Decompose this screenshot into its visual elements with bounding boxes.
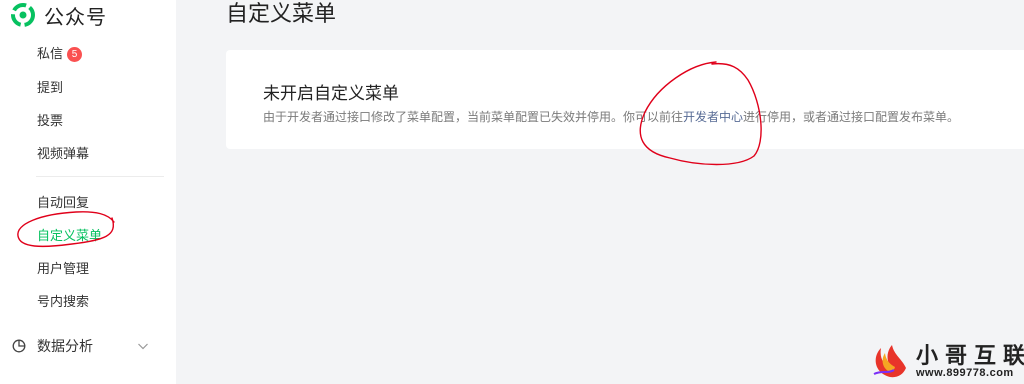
section-label: 数据分析 bbox=[37, 338, 93, 354]
watermark-title: 小哥互联 bbox=[916, 343, 1024, 368]
description-text-tail: 进行停用，或者通过接口配置发布菜单。 bbox=[743, 110, 960, 124]
custom-menu-status-card: 未开启自定义菜单 由于开发者通过接口修改了菜单配置，当前菜单配置已失效并停用。你… bbox=[226, 50, 1024, 149]
watermark-url: www.899778.com bbox=[916, 367, 1014, 379]
app-name: 公众号 bbox=[44, 6, 107, 29]
chevron-down-icon[interactable] bbox=[136, 339, 150, 353]
sidebar-item-user-management[interactable]: 用户管理 bbox=[37, 258, 89, 277]
sidebar-item-label: 私信 bbox=[37, 46, 64, 61]
watermark-logo-icon bbox=[873, 345, 906, 378]
sidebar-item-label: 自定义菜单 bbox=[37, 228, 103, 243]
sidebar-item-label: 用户管理 bbox=[37, 261, 90, 276]
page-title: 自定义菜单 bbox=[226, 1, 337, 26]
sidebar-item-account-search[interactable]: 号内搜索 bbox=[37, 291, 89, 310]
sidebar-item-label: 投票 bbox=[37, 113, 64, 128]
sidebar-item-polls[interactable]: 投票 bbox=[37, 110, 63, 129]
card-description: 由于开发者通过接口修改了菜单配置，当前菜单配置已失效并停用。你可以前往开发者中心… bbox=[263, 108, 959, 125]
app-logo[interactable]: 公众号 bbox=[10, 0, 107, 30]
unread-badge: 5 bbox=[67, 47, 83, 62]
sidebar-item-label: 自动回复 bbox=[37, 195, 90, 210]
description-text: 由于开发者通过接口修改了菜单配置，当前菜单配置已失效并停用。你可以前往 bbox=[263, 110, 684, 124]
sidebar-item-messages[interactable]: 私信 5 bbox=[37, 43, 83, 62]
sidebar-item-mentions[interactable]: 提到 bbox=[37, 77, 63, 96]
wechat-official-logo-icon bbox=[11, 3, 35, 27]
sidebar-item-custom-menu[interactable]: 自定义菜单 bbox=[37, 225, 102, 244]
sidebar-item-video-danmaku[interactable]: 视频弹幕 bbox=[37, 143, 89, 162]
sidebar-item-auto-reply[interactable]: 自动回复 bbox=[37, 192, 89, 211]
developer-center-link[interactable]: 开发者中心 bbox=[683, 110, 743, 124]
card-title: 未开启自定义菜单 bbox=[263, 84, 399, 103]
sidebar-item-label: 号内搜索 bbox=[37, 294, 90, 309]
sidebar-item-label: 视频弹幕 bbox=[37, 146, 90, 161]
clock-icon bbox=[12, 339, 26, 353]
sidebar-section-data-analysis[interactable]: 数据分析 bbox=[12, 336, 162, 356]
sidebar-item-label: 提到 bbox=[37, 80, 64, 95]
nav-divider bbox=[36, 176, 164, 177]
watermark: 小哥互联 www.899778.com bbox=[868, 338, 1024, 382]
sidebar: 公众号 私信 5 提到 投票 视频弹幕 自动回复 自定义菜单 用户管理 号内搜索 … bbox=[0, 0, 176, 384]
